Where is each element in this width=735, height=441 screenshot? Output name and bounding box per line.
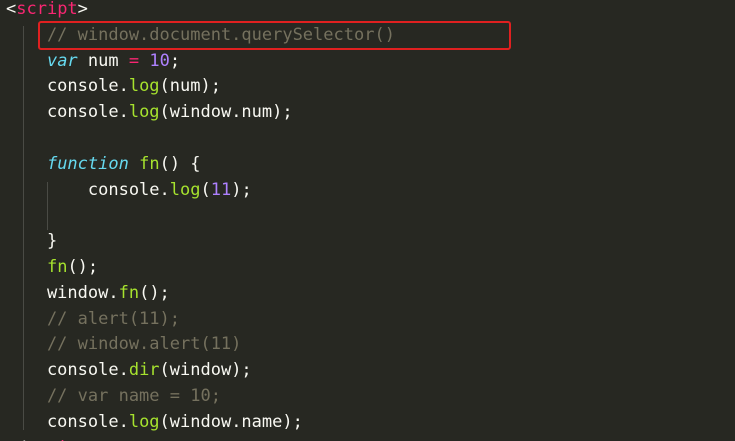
code-token: 11 [210, 179, 232, 200]
code-token: > [88, 438, 98, 441]
code-token: </ [6, 438, 26, 441]
code-token: log [128, 411, 160, 432]
code-token: var [46, 50, 78, 71]
code-token: (window.name); [159, 411, 303, 432]
code-line: console.log(num); [6, 73, 221, 99]
code-line: console.log(11); [6, 177, 252, 203]
code-token: num [77, 50, 129, 71]
code-token: fn [139, 153, 160, 174]
code-token: console. [6, 76, 129, 97]
code-token: < [6, 0, 17, 19]
code-token: (window); [159, 360, 252, 381]
code-token: () { [159, 153, 201, 174]
code-token: script [16, 0, 78, 19]
code-token: (window.num); [159, 102, 293, 123]
code-line: console.log(window.name); [6, 409, 303, 435]
code-line: var num = 10; [6, 48, 180, 74]
code-token: function [46, 153, 129, 174]
code-line: console.dir(window); [6, 357, 252, 383]
code-line: } [6, 228, 57, 254]
code-line: console.log(window.num); [6, 99, 293, 125]
code-token: ; [169, 50, 181, 71]
code-token: script [26, 438, 87, 441]
highlight-annotation-box [38, 21, 511, 50]
code-line: fn(); [6, 254, 98, 280]
code-token: } [6, 231, 58, 252]
code-editor[interactable]: <script> // window.document.querySelecto… [0, 0, 735, 441]
code-token: ); [231, 179, 252, 200]
code-token: log [169, 179, 201, 200]
indent-guide-outer [23, 26, 24, 430]
code-token: = [128, 50, 140, 71]
code-token: console. [6, 411, 129, 432]
code-token: // var name = 10; [6, 386, 221, 406]
code-token: 10 [149, 50, 170, 71]
code-token: // alert(11); [6, 308, 180, 329]
code-token: dir [128, 360, 160, 381]
code-token: fn [46, 257, 68, 277]
code-line: window.fn(); [6, 280, 170, 306]
code-line: // alert(11); [6, 306, 180, 332]
code-token: // window.alert(11) [6, 334, 242, 355]
code-token: log [128, 102, 160, 123]
code-token: (num); [159, 76, 221, 97]
code-token: (); [139, 282, 170, 303]
code-line: // var name = 10; [6, 383, 221, 409]
code-line: // window.alert(11) [6, 331, 241, 357]
code-token: > [77, 0, 88, 19]
indent-guide-inner [47, 182, 48, 230]
code-token: console. [6, 102, 129, 123]
code-token: console. [6, 360, 129, 381]
code-line: function fn() { [6, 151, 201, 177]
code-line: <script> [6, 0, 88, 22]
code-token: console. [6, 179, 170, 200]
code-token: ( [200, 179, 211, 200]
code-line: </script> [6, 435, 98, 441]
code-token: fn [118, 282, 140, 303]
code-token: log [128, 76, 160, 97]
code-token: (); [67, 257, 99, 277]
